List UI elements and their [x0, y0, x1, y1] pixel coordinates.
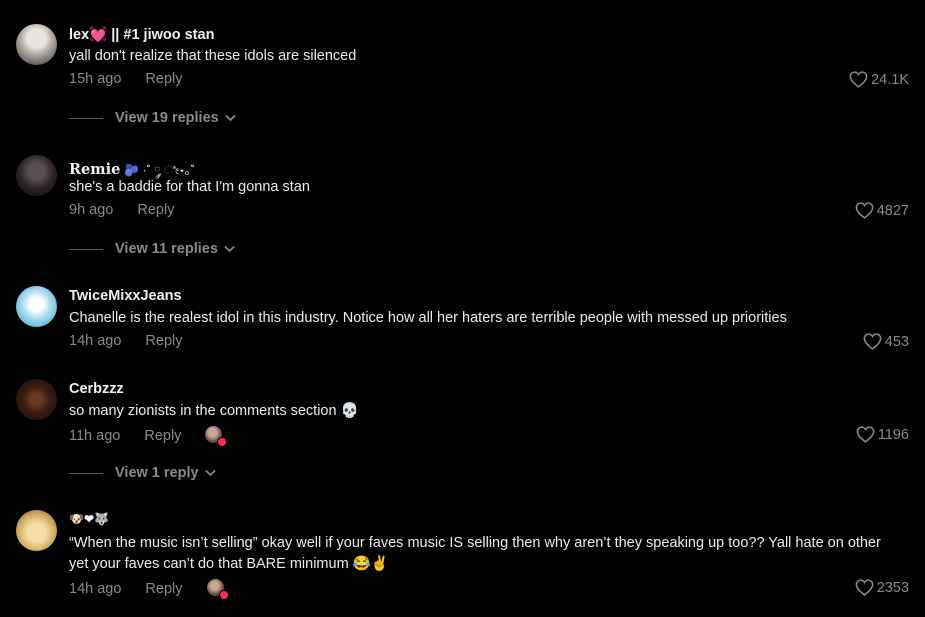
heart-icon: [855, 579, 874, 596]
like-button[interactable]: 24.1K: [849, 71, 909, 88]
view-replies-label: View 19 replies: [115, 110, 219, 126]
view-replies-button[interactable]: View 19 replies: [69, 110, 236, 126]
avatar[interactable]: [16, 24, 57, 65]
reply-button[interactable]: Reply: [145, 581, 182, 597]
heart-icon: [849, 71, 868, 88]
divider-line: [69, 117, 103, 119]
comment-time: 14h ago: [69, 333, 122, 349]
heart-icon: [855, 202, 874, 219]
reply-button[interactable]: Reply: [144, 428, 181, 444]
chevron-down-icon: [225, 114, 236, 122]
avatar[interactable]: [16, 379, 57, 420]
view-replies-button[interactable]: View 1 reply: [69, 465, 216, 481]
liked-heart-icon: [217, 437, 228, 447]
comment-username[interactable]: lex💓 || #1 jiwoo stan: [69, 26, 214, 43]
comment-meta: 14h ago Reply: [69, 579, 229, 600]
heart-icon: [856, 426, 875, 443]
username-text: Remie: [69, 161, 121, 178]
chevron-down-icon: [204, 469, 216, 477]
comment-meta: 14h ago Reply: [69, 333, 183, 349]
comment-text: so many zionists in the comments section…: [69, 403, 359, 419]
comment-time: 11h ago: [69, 428, 121, 444]
comment-text: yall don't realize that these idols are …: [69, 48, 357, 64]
like-button[interactable]: 453: [863, 333, 909, 350]
reply-button[interactable]: Reply: [145, 71, 182, 87]
avatar[interactable]: [16, 155, 57, 196]
comment-username[interactable]: Cerbzzz: [69, 381, 124, 397]
comment-text: “When the music isn’t selling” okay well…: [69, 535, 881, 572]
comment-meta: 9h ago Reply: [69, 202, 174, 218]
comment-meta: 15h ago Reply: [69, 71, 183, 87]
divider-line: [69, 472, 103, 474]
heart-icon: [863, 333, 882, 350]
like-count: 1196: [877, 426, 909, 443]
view-replies-button[interactable]: View 11 replies: [69, 241, 235, 257]
like-button[interactable]: 2353: [855, 579, 909, 596]
chevron-down-icon: [224, 245, 235, 253]
comment-time: 14h ago: [69, 581, 122, 597]
comment-text: she's a baddie for that I'm gonna stan: [69, 179, 310, 195]
comment-time: 9h ago: [69, 202, 114, 218]
liked-heart-icon: [218, 590, 229, 600]
view-replies-label: View 1 reply: [115, 465, 199, 481]
like-count: 24.1K: [871, 71, 909, 88]
reply-button[interactable]: Reply: [137, 202, 174, 218]
reply-button[interactable]: Reply: [145, 333, 182, 349]
like-button[interactable]: 1196: [856, 426, 909, 443]
avatar[interactable]: [16, 286, 57, 327]
like-button[interactable]: 4827: [855, 202, 909, 219]
avatar[interactable]: [16, 510, 57, 551]
creator-liked-badge: [205, 426, 228, 447]
like-count: 4827: [876, 202, 909, 219]
comment-username[interactable]: 🐶❤🐺: [69, 512, 109, 526]
comment-text: Chanelle is the realest idol in this ind…: [69, 310, 787, 326]
comment-username[interactable]: TwiceMixxJeans: [69, 288, 182, 304]
comment-time: 15h ago: [69, 71, 122, 87]
comment-meta: 11h ago Reply: [69, 426, 228, 447]
username-decoration: 🫐 ·˚ ༘ ೀ⋆｡˚: [124, 163, 195, 177]
view-replies-label: View 11 replies: [115, 241, 218, 257]
like-count: 453: [884, 333, 909, 350]
like-count: 2353: [876, 579, 909, 596]
creator-liked-badge: [206, 579, 229, 600]
divider-line: [69, 248, 103, 250]
